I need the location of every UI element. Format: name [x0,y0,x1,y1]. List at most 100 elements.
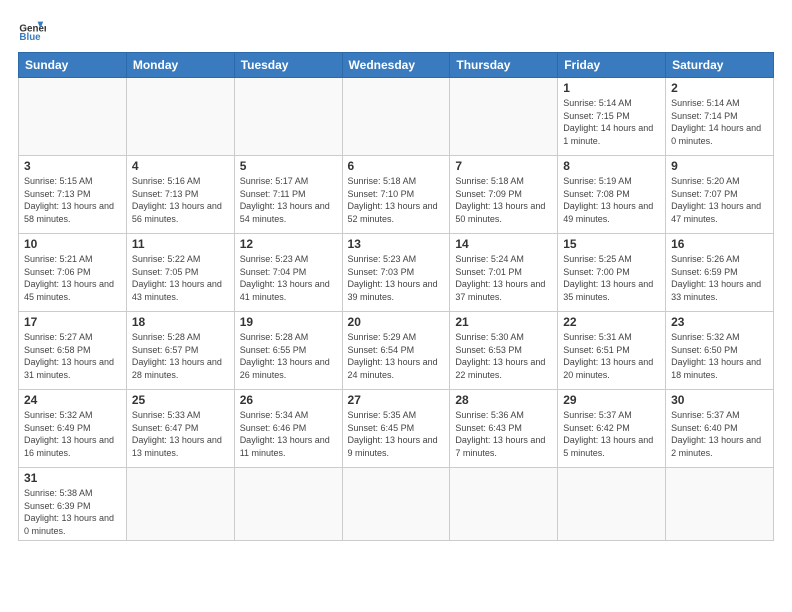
day-number: 3 [24,159,121,173]
calendar-cell: 12 Sunrise: 5:23 AM Sunset: 7:04 PM Dayli… [234,234,342,312]
day-info: Sunrise: 5:30 AM Sunset: 6:53 PM Dayligh… [455,331,552,381]
calendar-cell: 6 Sunrise: 5:18 AM Sunset: 7:10 PM Daylig… [342,156,450,234]
logo: General Blue [18,16,50,44]
day-number: 14 [455,237,552,251]
day-number: 7 [455,159,552,173]
calendar-cell: 21 Sunrise: 5:30 AM Sunset: 6:53 PM Dayli… [450,312,558,390]
calendar-cell: 5 Sunrise: 5:17 AM Sunset: 7:11 PM Daylig… [234,156,342,234]
day-number: 11 [132,237,229,251]
weekday-header-saturday: Saturday [666,53,774,78]
day-number: 17 [24,315,121,329]
weekday-header-monday: Monday [126,53,234,78]
weekday-header-sunday: Sunday [19,53,127,78]
calendar-cell [234,78,342,156]
weekday-header-friday: Friday [558,53,666,78]
day-number: 2 [671,81,768,95]
calendar-cell [450,78,558,156]
day-number: 16 [671,237,768,251]
day-number: 4 [132,159,229,173]
day-number: 20 [348,315,445,329]
weekday-header-wednesday: Wednesday [342,53,450,78]
calendar-cell [19,78,127,156]
calendar-cell: 30Sunrise: 5:37 AM Sunset: 6:40 PM Dayli… [666,390,774,468]
calendar-cell: 2Sunrise: 5:14 AM Sunset: 7:14 PM Daylig… [666,78,774,156]
calendar-cell: 22Sunrise: 5:31 AM Sunset: 6:51 PM Dayli… [558,312,666,390]
day-info: Sunrise: 5:23 AM Sunset: 7:04 PM Dayligh… [240,253,337,303]
calendar-cell: 16 Sunrise: 5:26 AM Sunset: 6:59 PM Dayli… [666,234,774,312]
calendar-cell: 24Sunrise: 5:32 AM Sunset: 6:49 PM Dayli… [19,390,127,468]
day-info: Sunrise: 5:32 AM Sunset: 6:50 PM Dayligh… [671,331,768,381]
day-number: 8 [563,159,660,173]
day-number: 15 [563,237,660,251]
calendar-cell [126,468,234,541]
day-info: Sunrise: 5:17 AM Sunset: 7:11 PM Dayligh… [240,175,337,225]
calendar-cell: 9 Sunrise: 5:20 AM Sunset: 7:07 PM Daylig… [666,156,774,234]
day-number: 9 [671,159,768,173]
day-info: Sunrise: 5:15 AM Sunset: 7:13 PM Dayligh… [24,175,121,225]
calendar-cell: 29 Sunrise: 5:37 AM Sunset: 6:42 PM Dayli… [558,390,666,468]
day-number: 25 [132,393,229,407]
day-number: 31 [24,471,121,485]
day-number: 10 [24,237,121,251]
calendar-cell: 3 Sunrise: 5:15 AM Sunset: 7:13 PM Daylig… [19,156,127,234]
day-number: 13 [348,237,445,251]
calendar-cell [558,468,666,541]
day-number: 1 [563,81,660,95]
day-info: Sunrise: 5:25 AM Sunset: 7:00 PM Dayligh… [563,253,660,303]
day-info: Sunrise: 5:33 AM Sunset: 6:47 PM Dayligh… [132,409,229,459]
calendar-cell: 23 Sunrise: 5:32 AM Sunset: 6:50 PM Dayli… [666,312,774,390]
day-number: 23 [671,315,768,329]
calendar-cell: 7 Sunrise: 5:18 AM Sunset: 7:09 PM Daylig… [450,156,558,234]
calendar-cell: 25 Sunrise: 5:33 AM Sunset: 6:47 PM Dayli… [126,390,234,468]
calendar-cell: 28 Sunrise: 5:36 AM Sunset: 6:43 PM Dayli… [450,390,558,468]
day-info: Sunrise: 5:14 AM Sunset: 7:15 PM Dayligh… [563,97,660,147]
day-number: 12 [240,237,337,251]
calendar-cell: 31 Sunrise: 5:38 AM Sunset: 6:39 PM Dayli… [19,468,127,541]
calendar: SundayMondayTuesdayWednesdayThursdayFrid… [18,52,774,541]
day-info: Sunrise: 5:27 AM Sunset: 6:58 PM Dayligh… [24,331,121,381]
day-info: Sunrise: 5:18 AM Sunset: 7:10 PM Dayligh… [348,175,445,225]
calendar-cell: 27 Sunrise: 5:35 AM Sunset: 6:45 PM Dayli… [342,390,450,468]
day-number: 5 [240,159,337,173]
weekday-header-thursday: Thursday [450,53,558,78]
day-info: Sunrise: 5:37 AM Sunset: 6:40 PM Dayligh… [671,409,768,459]
day-info: Sunrise: 5:21 AM Sunset: 7:06 PM Dayligh… [24,253,121,303]
day-info: Sunrise: 5:34 AM Sunset: 6:46 PM Dayligh… [240,409,337,459]
day-info: Sunrise: 5:23 AM Sunset: 7:03 PM Dayligh… [348,253,445,303]
day-info: Sunrise: 5:26 AM Sunset: 6:59 PM Dayligh… [671,253,768,303]
calendar-cell [342,78,450,156]
day-number: 6 [348,159,445,173]
calendar-cell: 17 Sunrise: 5:27 AM Sunset: 6:58 PM Dayli… [19,312,127,390]
header: General Blue [18,16,774,44]
calendar-header-row: SundayMondayTuesdayWednesdayThursdayFrid… [19,53,774,78]
calendar-cell: 26Sunrise: 5:34 AM Sunset: 6:46 PM Dayli… [234,390,342,468]
calendar-cell [126,78,234,156]
calendar-cell [342,468,450,541]
day-info: Sunrise: 5:24 AM Sunset: 7:01 PM Dayligh… [455,253,552,303]
calendar-cell: 15 Sunrise: 5:25 AM Sunset: 7:00 PM Dayli… [558,234,666,312]
day-number: 28 [455,393,552,407]
day-number: 22 [563,315,660,329]
day-number: 18 [132,315,229,329]
day-number: 29 [563,393,660,407]
day-info: Sunrise: 5:38 AM Sunset: 6:39 PM Dayligh… [24,487,121,537]
day-number: 21 [455,315,552,329]
day-info: Sunrise: 5:20 AM Sunset: 7:07 PM Dayligh… [671,175,768,225]
day-number: 24 [24,393,121,407]
day-info: Sunrise: 5:35 AM Sunset: 6:45 PM Dayligh… [348,409,445,459]
day-info: Sunrise: 5:19 AM Sunset: 7:08 PM Dayligh… [563,175,660,225]
day-info: Sunrise: 5:36 AM Sunset: 6:43 PM Dayligh… [455,409,552,459]
day-number: 27 [348,393,445,407]
calendar-cell [234,468,342,541]
calendar-cell: 20Sunrise: 5:29 AM Sunset: 6:54 PM Dayli… [342,312,450,390]
calendar-cell: 14 Sunrise: 5:24 AM Sunset: 7:01 PM Dayli… [450,234,558,312]
day-info: Sunrise: 5:22 AM Sunset: 7:05 PM Dayligh… [132,253,229,303]
calendar-cell [450,468,558,541]
calendar-cell: 19Sunrise: 5:28 AM Sunset: 6:55 PM Dayli… [234,312,342,390]
calendar-cell: 4Sunrise: 5:16 AM Sunset: 7:13 PM Daylig… [126,156,234,234]
day-info: Sunrise: 5:18 AM Sunset: 7:09 PM Dayligh… [455,175,552,225]
calendar-cell: 10 Sunrise: 5:21 AM Sunset: 7:06 PM Dayli… [19,234,127,312]
calendar-cell: 13 Sunrise: 5:23 AM Sunset: 7:03 PM Dayli… [342,234,450,312]
day-info: Sunrise: 5:37 AM Sunset: 6:42 PM Dayligh… [563,409,660,459]
calendar-cell: 1 Sunrise: 5:14 AM Sunset: 7:15 PM Daylig… [558,78,666,156]
